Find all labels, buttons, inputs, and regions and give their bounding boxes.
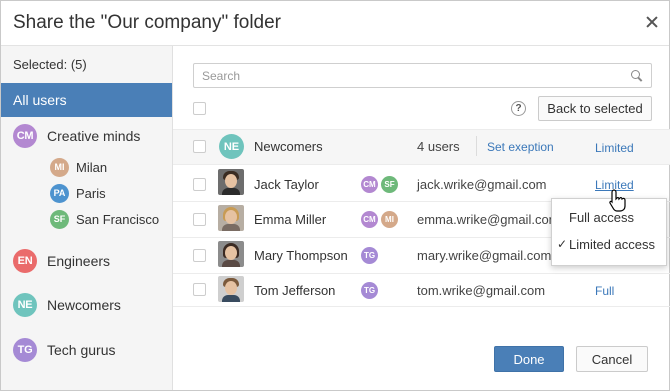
menu-item-label: Limited access [569, 237, 655, 252]
avatar [218, 276, 244, 302]
subgroup-avatar: PA [50, 183, 69, 203]
group-avatar: TG [13, 338, 37, 362]
sidebar-item-all-users[interactable]: All users [1, 83, 172, 117]
group-label: Newcomers [47, 297, 121, 313]
row-checkbox[interactable] [193, 213, 206, 226]
help-icon[interactable]: ? [511, 101, 526, 116]
menu-item-limited-access[interactable]: ✓ Limited access [552, 232, 666, 258]
sidebar-subgroup-milan[interactable]: MI Milan [50, 157, 107, 177]
group-badge: TG [361, 247, 378, 264]
avatar [218, 241, 244, 267]
subgroup-avatar: SF [50, 209, 69, 229]
group-avatar: NE [13, 293, 37, 317]
subgroup-avatar: MI [50, 157, 69, 177]
user-email: jack.wrike@gmail.com [417, 177, 547, 192]
group-badge: TG [361, 282, 378, 299]
check-icon: ✓ [557, 237, 568, 251]
user-name: Mary Thompson [254, 248, 348, 263]
sidebar-group-creative-minds[interactable]: CM Creative minds [13, 123, 140, 149]
dialog-title: Share the "Our company" folder [13, 12, 282, 33]
subgroup-label: San Francisco [76, 211, 160, 227]
user-name: Jack Taylor [254, 177, 319, 192]
share-dialog: Share the "Our company" folder Selected:… [0, 0, 670, 391]
search-box [193, 63, 652, 88]
sidebar-group-engineers[interactable]: EN Engineers [13, 248, 110, 274]
cancel-button[interactable]: Cancel [576, 346, 648, 372]
selected-count: Selected: (5) [13, 57, 87, 72]
group-avatar: EN [13, 249, 37, 273]
group-avatar: CM [13, 124, 37, 148]
group-avatar: NE [219, 134, 244, 159]
row-checkbox[interactable] [193, 283, 206, 296]
sidebar-subgroup-san-francisco[interactable]: SF San Francisco [50, 209, 159, 229]
row-checkbox[interactable] [193, 178, 206, 191]
divider [476, 136, 477, 156]
user-count: 4 users [417, 139, 460, 154]
sidebar-group-tech-gurus[interactable]: TG Tech gurus [13, 337, 115, 363]
user-name: Emma Miller [254, 212, 327, 227]
select-all-checkbox[interactable] [193, 102, 206, 115]
group-badge: CM [361, 176, 378, 193]
group-label: Creative minds [47, 128, 141, 144]
group-badge: MI [381, 211, 398, 228]
search-input[interactable] [194, 64, 624, 87]
group-badge: SF [381, 176, 398, 193]
avatar [218, 169, 244, 195]
search-icon[interactable] [631, 70, 642, 81]
user-email: emma.wrike@gmail.com [417, 212, 560, 227]
close-icon[interactable] [644, 14, 660, 30]
access-level-link[interactable]: Limited [595, 141, 634, 155]
row-checkbox[interactable] [193, 140, 206, 153]
avatar [218, 205, 244, 231]
group-label: Tech gurus [47, 342, 116, 358]
user-email: mary.wrike@gmail.com [417, 248, 552, 263]
group-badge: CM [361, 211, 378, 228]
sidebar-subgroup-paris[interactable]: PA Paris [50, 183, 106, 203]
group-name: Newcomers [254, 139, 323, 154]
access-level-link[interactable]: Full [595, 284, 614, 298]
subgroup-label: Paris [76, 185, 106, 201]
user-name: Tom Jefferson [254, 283, 336, 298]
back-to-selected-button[interactable]: Back to selected [538, 96, 652, 121]
subgroup-label: Milan [76, 159, 108, 175]
done-button[interactable]: Done [494, 346, 564, 372]
user-email: tom.wrike@gmail.com [417, 283, 546, 298]
sidebar-group-newcomers[interactable]: NE Newcomers [13, 292, 121, 318]
hand-cursor-icon [609, 189, 626, 212]
row-checkbox[interactable] [193, 249, 206, 262]
dialog-header: Share the "Our company" folder [1, 1, 669, 46]
group-label: Engineers [47, 253, 111, 269]
set-exception-link[interactable]: Set exeption [487, 140, 554, 154]
